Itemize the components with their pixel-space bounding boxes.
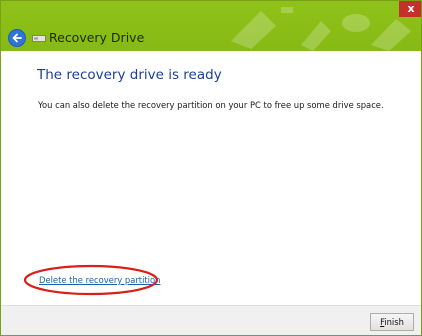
back-button[interactable] <box>8 29 26 47</box>
close-icon: x <box>407 2 415 15</box>
drive-icon <box>32 35 46 42</box>
content-area: The recovery drive is ready You can also… <box>1 51 421 305</box>
window-title: Recovery Drive <box>49 30 145 45</box>
back-arrow-icon <box>12 33 22 43</box>
page-heading: The recovery drive is ready <box>37 67 222 83</box>
delete-recovery-partition-link[interactable]: Delete the recovery partition <box>39 275 160 285</box>
title-bar: x Recovery Drive <box>1 1 421 51</box>
footer-bar: Finish <box>1 305 421 335</box>
close-button[interactable]: x <box>399 1 421 17</box>
recovery-drive-window: x Recovery Drive The recovery drive is r… <box>0 0 422 336</box>
finish-button[interactable]: Finish <box>370 313 414 331</box>
finish-label: inish <box>384 317 404 327</box>
description-text: You can also delete the recovery partiti… <box>38 100 384 110</box>
